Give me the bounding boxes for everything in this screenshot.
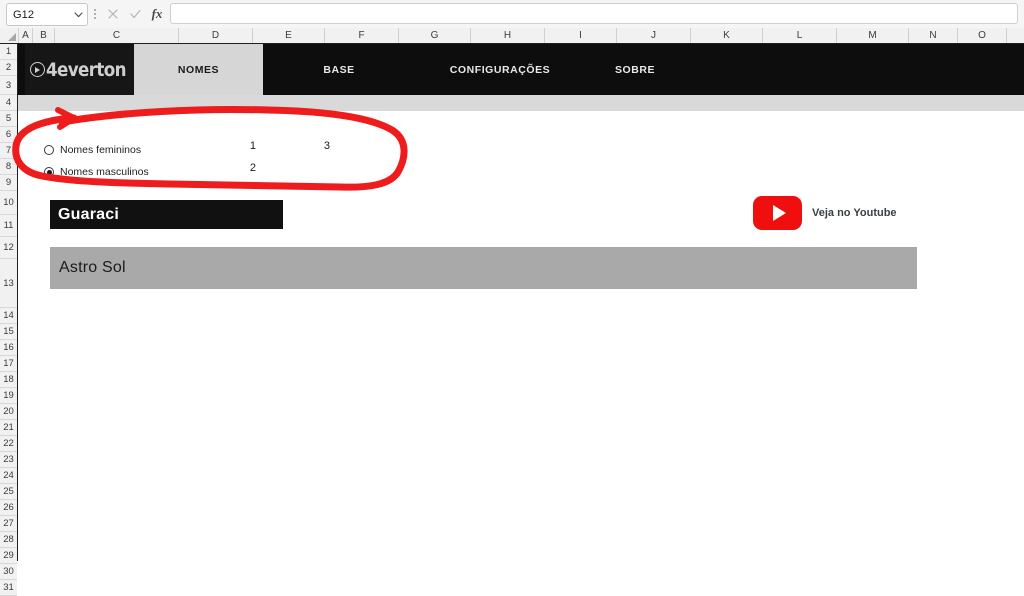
checkmark-icon[interactable] bbox=[124, 3, 146, 24]
radio-checked-icon[interactable] bbox=[44, 167, 54, 177]
youtube-play-icon[interactable] bbox=[753, 196, 802, 230]
row-headers: 1 2 3 4 5 6 7 8 9 10 11 12 13 14 15 16 17 18 19 20 21 22 23 24 2… bbox=[0, 44, 18, 596]
row-header-22[interactable]: 22 bbox=[0, 436, 17, 452]
column-header-m[interactable]: M bbox=[837, 28, 909, 43]
select-all-triangle-icon[interactable] bbox=[0, 28, 19, 43]
column-header-b[interactable]: B bbox=[33, 28, 55, 43]
column-header-i[interactable]: I bbox=[545, 28, 617, 43]
chevron-down-icon[interactable] bbox=[69, 11, 87, 18]
row-header-3[interactable]: 3 bbox=[0, 76, 17, 95]
tab-configuracoes[interactable]: CONFIGURAÇÕES bbox=[415, 44, 585, 95]
row-header-21[interactable]: 21 bbox=[0, 420, 17, 436]
play-circle-icon bbox=[29, 62, 45, 77]
row-header-18[interactable]: 18 bbox=[0, 372, 17, 388]
row-header-6[interactable]: 6 bbox=[0, 127, 17, 143]
row-header-5[interactable]: 5 bbox=[0, 111, 17, 127]
row-header-2[interactable]: 2 bbox=[0, 60, 17, 76]
radio-option-femininos[interactable]: Nomes femininos bbox=[44, 139, 244, 161]
cell-value-1[interactable]: 1 bbox=[240, 140, 256, 152]
brand-logo-text: 4everton bbox=[45, 58, 127, 81]
youtube-link-label: Veja no Youtube bbox=[812, 207, 897, 219]
row-header-19[interactable]: 19 bbox=[0, 388, 17, 404]
tab-nomes-label: NOMES bbox=[177, 63, 220, 76]
column-header-j[interactable]: J bbox=[617, 28, 691, 43]
radio-unchecked-icon[interactable] bbox=[44, 145, 54, 155]
generated-name-box: Guaraci bbox=[50, 200, 283, 229]
row-header-17[interactable]: 17 bbox=[0, 356, 17, 372]
brand-logo[interactable]: 4everton bbox=[25, 44, 141, 95]
row-header-4[interactable]: 4 bbox=[0, 95, 17, 111]
column-header-d[interactable]: D bbox=[179, 28, 253, 43]
tab-nomes[interactable]: NOMES bbox=[134, 44, 263, 95]
row-header-16[interactable]: 16 bbox=[0, 340, 17, 356]
row-header-10[interactable]: 10 bbox=[0, 191, 17, 215]
tab-sobre-label: SOBRE bbox=[614, 63, 656, 76]
fx-icon[interactable]: fx bbox=[146, 3, 168, 24]
radio-option-masculinos[interactable]: Nomes masculinos bbox=[44, 161, 244, 183]
row-header-14[interactable]: 14 bbox=[0, 308, 17, 324]
row-header-9[interactable]: 9 bbox=[0, 175, 17, 191]
row-header-1[interactable]: 1 bbox=[0, 44, 17, 60]
tab-configuracoes-label: CONFIGURAÇÕES bbox=[449, 63, 551, 76]
row-header-28[interactable]: 28 bbox=[0, 532, 17, 548]
sheet-content: 4everton NOMES BASE CONFIGURAÇÕES SOBRE … bbox=[18, 44, 1024, 561]
column-header-l[interactable]: L bbox=[763, 28, 837, 43]
name-meaning-box: Astro Sol bbox=[50, 247, 917, 289]
row-header-30[interactable]: 30 bbox=[0, 564, 17, 580]
formula-input[interactable] bbox=[170, 3, 1018, 24]
column-header-n[interactable]: N bbox=[909, 28, 958, 43]
tab-base-label: BASE bbox=[323, 63, 355, 76]
column-header-o[interactable]: O bbox=[958, 28, 1007, 43]
row-header-24[interactable]: 24 bbox=[0, 468, 17, 484]
formula-actions: fx bbox=[102, 3, 168, 24]
row-header-27[interactable]: 27 bbox=[0, 516, 17, 532]
radio-option-femininos-label: Nomes femininos bbox=[60, 144, 142, 156]
row-header-12[interactable]: 12 bbox=[0, 237, 17, 259]
column-header-c[interactable]: C bbox=[55, 28, 179, 43]
row-header-31[interactable]: 31 bbox=[0, 580, 17, 596]
row-header-25[interactable]: 25 bbox=[0, 484, 17, 500]
gender-radio-group: Nomes femininos Nomes masculinos bbox=[44, 139, 244, 183]
app-navigation-bar: 4everton NOMES BASE CONFIGURAÇÕES SOBRE bbox=[18, 44, 1024, 95]
column-header-p[interactable]: P bbox=[1007, 28, 1024, 43]
generated-name-text: Guaraci bbox=[58, 205, 119, 223]
name-meaning-text: Astro Sol bbox=[59, 259, 126, 276]
formula-bar: G12 fx bbox=[0, 0, 1024, 28]
header-separator-band bbox=[18, 95, 1024, 111]
row-header-29[interactable]: 29 bbox=[0, 548, 17, 564]
name-box-value: G12 bbox=[13, 8, 35, 21]
column-header-f[interactable]: F bbox=[325, 28, 399, 43]
row-header-15[interactable]: 15 bbox=[0, 324, 17, 340]
row-header-23[interactable]: 23 bbox=[0, 452, 17, 468]
column-header-k[interactable]: K bbox=[691, 28, 763, 43]
youtube-link[interactable]: Veja no Youtube bbox=[753, 196, 897, 230]
tab-sobre[interactable]: SOBRE bbox=[585, 44, 685, 95]
cell-value-3[interactable]: 3 bbox=[314, 140, 330, 152]
column-header-h[interactable]: H bbox=[471, 28, 545, 43]
column-header-a[interactable]: A bbox=[19, 28, 33, 43]
column-header-e[interactable]: E bbox=[253, 28, 325, 43]
column-header-g[interactable]: G bbox=[399, 28, 471, 43]
row-header-20[interactable]: 20 bbox=[0, 404, 17, 420]
radio-option-masculinos-label: Nomes masculinos bbox=[60, 166, 149, 178]
cell-value-2[interactable]: 2 bbox=[240, 162, 256, 174]
tab-base[interactable]: BASE bbox=[263, 44, 415, 95]
row-header-8[interactable]: 8 bbox=[0, 159, 17, 175]
row-header-26[interactable]: 26 bbox=[0, 500, 17, 516]
row-header-7[interactable]: 7 bbox=[0, 143, 17, 159]
name-box[interactable]: G12 bbox=[6, 3, 88, 26]
row-header-11[interactable]: 11 bbox=[0, 215, 17, 237]
vertical-dots-icon[interactable] bbox=[92, 7, 98, 21]
close-x-icon[interactable] bbox=[102, 3, 124, 24]
row-header-13[interactable]: 13 bbox=[0, 259, 17, 308]
column-headers: ABCDEFGHIJKLMNOP bbox=[0, 28, 1024, 44]
